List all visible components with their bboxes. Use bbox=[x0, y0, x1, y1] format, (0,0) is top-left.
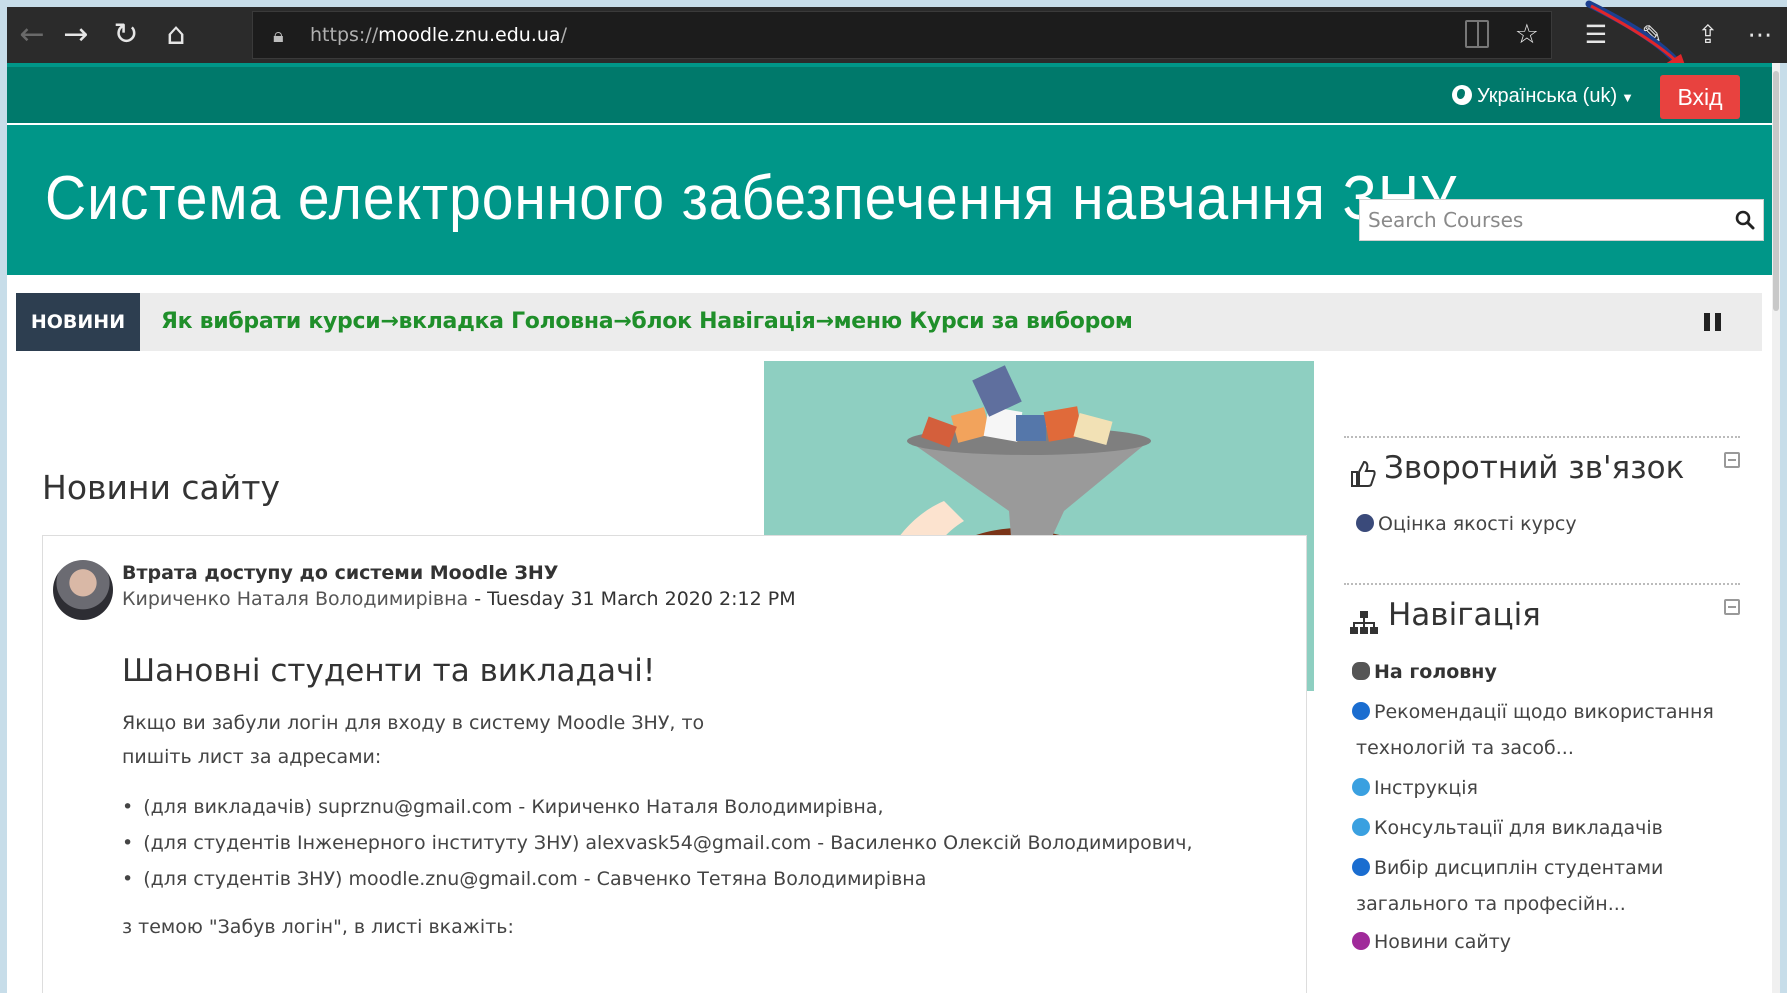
post-greeting: Шановні студенти та викладачі! bbox=[122, 653, 656, 689]
collapse-icon[interactable] bbox=[1724, 599, 1740, 615]
post-paragraph: пишіть лист за адресами: bbox=[122, 746, 382, 768]
list-item: (для студентів ЗНУ) moodle.znu@gmail.com… bbox=[122, 868, 926, 890]
feedback-block: Зворотний зв'язок Оцінка якості курсу bbox=[1344, 436, 1740, 566]
news-heading: Новини сайту bbox=[42, 468, 280, 507]
dashboard-icon bbox=[1352, 662, 1370, 680]
post-title: Втрата доступу до системи Moodle ЗНУ bbox=[122, 562, 559, 584]
nav-home-link[interactable]: На головну bbox=[1352, 661, 1497, 683]
post-author[interactable]: Кириченко Наталя Володимирівна bbox=[122, 588, 468, 610]
course-quality-link[interactable]: Оцінка якості курсу bbox=[1356, 513, 1577, 535]
navigation-title: Навігація bbox=[1388, 597, 1541, 633]
favorite-star-icon[interactable]: ☆ bbox=[1515, 12, 1539, 58]
sidebar: Зворотний зв'язок Оцінка якості курсу На… bbox=[1344, 63, 1744, 993]
link-icon bbox=[1352, 778, 1370, 796]
reading-view-icon[interactable] bbox=[1465, 20, 1489, 48]
browser-toolbar: ← → ↻ ⌂ 🔒︎ https://moodle.znu.edu.ua/ ☆ … bbox=[7, 7, 1787, 63]
site-title: Система електронного забезпечення навчан… bbox=[45, 164, 1458, 233]
nav-item-consultations[interactable]: Консультації для викладачів bbox=[1352, 817, 1663, 839]
ticker-link[interactable]: Як вибрати курси→вкладка Головна→блок На… bbox=[161, 293, 1133, 351]
address-url: https://moodle.znu.edu.ua/ bbox=[310, 24, 567, 46]
nav-item-recommendations-cont[interactable]: технологій та засоб... bbox=[1356, 737, 1574, 759]
refresh-icon[interactable]: ↻ bbox=[101, 7, 151, 63]
navigation-block: Навігація На головну Рекомендації щодо в… bbox=[1344, 583, 1740, 993]
nav-item-site-news[interactable]: Новини сайту bbox=[1352, 931, 1511, 953]
home-icon[interactable]: ⌂ bbox=[151, 7, 201, 63]
list-item: (для викладачів) suprznu@gmail.com - Кир… bbox=[122, 796, 883, 818]
thumbs-up-icon bbox=[1351, 460, 1376, 487]
sitemap-icon bbox=[1350, 611, 1378, 634]
nav-item-instruction[interactable]: Інструкція bbox=[1352, 777, 1478, 799]
scrollbar-thumb[interactable] bbox=[1773, 71, 1779, 311]
feedback-title: Зворотний зв'язок bbox=[1384, 450, 1685, 486]
collapse-icon[interactable] bbox=[1724, 452, 1740, 468]
nav-item-recommendations[interactable]: Рекомендації щодо використання bbox=[1352, 701, 1714, 723]
link-icon bbox=[1352, 818, 1370, 836]
post-paragraph: з темою "Забув логін", в листі вкажіть: bbox=[122, 916, 514, 938]
folder-icon bbox=[1352, 858, 1370, 876]
nav-item-course-choice[interactable]: Вибір дисциплін студентами bbox=[1352, 857, 1663, 879]
nav-item-course-choice-cont[interactable]: загального та професійн... bbox=[1356, 893, 1626, 915]
news-post: Втрата доступу до системи Moodle ЗНУ Кир… bbox=[42, 535, 1307, 993]
lock-icon: 🔒︎ bbox=[273, 23, 284, 47]
post-date: - Tuesday 31 March 2020 2:12 PM bbox=[468, 588, 796, 610]
forum-icon bbox=[1352, 932, 1370, 950]
more-menu-icon[interactable]: ⋯ bbox=[1737, 7, 1783, 63]
folder-icon bbox=[1352, 702, 1370, 720]
list-item: (для студентів Інженерного інституту ЗНУ… bbox=[122, 832, 1192, 854]
forward-arrow-icon[interactable]: → bbox=[51, 7, 101, 63]
post-paragraph: Якщо ви забули логін для входу в систему… bbox=[122, 712, 705, 734]
address-bar[interactable]: 🔒︎ https://moodle.znu.edu.ua/ ☆ bbox=[252, 11, 1552, 59]
moodle-page: Українська (uk) ▼ Вхід Система електронно… bbox=[7, 63, 1779, 993]
avatar[interactable] bbox=[53, 560, 113, 620]
ticker-label: НОВИНИ bbox=[16, 293, 140, 351]
back-arrow-icon[interactable]: ← bbox=[7, 7, 57, 63]
survey-icon bbox=[1356, 514, 1374, 532]
post-meta: Кириченко Наталя Володимирівна - Tuesday… bbox=[122, 588, 796, 610]
page-scrollbar[interactable] bbox=[1772, 63, 1780, 993]
